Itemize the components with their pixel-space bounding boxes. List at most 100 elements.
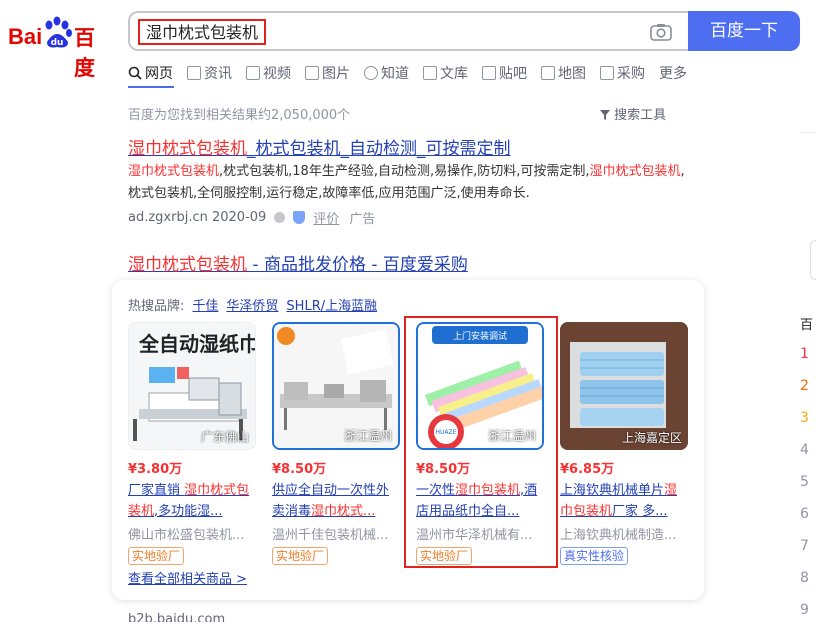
product-image[interactable]: 全自动湿纸巾包装机 广东佛山 xyxy=(128,322,256,450)
rank-number: 9 xyxy=(800,602,809,618)
tab-video[interactable]: 视频 xyxy=(246,62,291,84)
product-location: 广东佛山 xyxy=(200,430,249,444)
map-icon xyxy=(541,66,555,80)
product-company: 上海钦典机械制造... xyxy=(560,528,677,543)
tab-news[interactable]: 资讯 xyxy=(187,62,232,84)
tab-image[interactable]: 图片 xyxy=(305,62,350,84)
selection-highlight xyxy=(404,316,558,568)
name-text: ,多功能湿... xyxy=(154,504,223,519)
search-input[interactable]: 湿巾枕式包装机 xyxy=(128,11,688,51)
view-all-products-link[interactable]: 查看全部相关商品 > xyxy=(128,568,247,587)
product-image[interactable]: 上海嘉定区 xyxy=(560,322,688,450)
svg-text:全自动湿纸巾包装机: 全自动湿纸巾包装机 xyxy=(138,332,256,356)
info-icon[interactable] xyxy=(274,212,286,223)
desc-text: ,枕式包装机,18年生产经验,自动检测,易操作,防切料,可按需定制, xyxy=(219,164,590,179)
logo-text: Bai xyxy=(8,24,43,49)
search-icon xyxy=(128,66,142,80)
product-price: ¥3.80万 xyxy=(128,462,183,477)
tab-zhidao[interactable]: 知道 xyxy=(364,62,409,84)
product-image[interactable]: 浙江温州 xyxy=(272,322,400,450)
tab-wenku[interactable]: 文库 xyxy=(423,62,468,84)
search-query[interactable]: 湿巾枕式包装机 xyxy=(138,19,267,45)
hot-list-title: 百 xyxy=(800,318,814,333)
product-company: 温州千佳包装机械... xyxy=(272,528,389,543)
name-highlight: 湿巾枕式... xyxy=(311,504,376,519)
rank-number: 5 xyxy=(800,474,809,490)
result-domain[interactable]: ad.zgxrbj.cn 2020-09 xyxy=(128,210,266,225)
tab-label: 更多 xyxy=(659,66,687,82)
verified-badge: 实地验厂 xyxy=(128,547,185,565)
name-text: 上海钦典机械单片 xyxy=(560,483,665,498)
desc-highlight: 湿巾枕式包装机 xyxy=(589,164,681,179)
camera-icon[interactable] xyxy=(650,23,672,41)
result-meta-1: ad.zgxrbj.cn 2020-09 评价 广告 xyxy=(128,208,375,227)
rank-number: 4 xyxy=(800,442,809,458)
title-highlight: 湿巾枕式包装机 xyxy=(128,139,247,159)
verified-badge: 真实性核验 xyxy=(560,547,629,565)
shield-icon[interactable] xyxy=(293,211,306,224)
tab-label: 图片 xyxy=(322,66,350,82)
question-icon xyxy=(364,66,378,80)
brand-link[interactable]: 华泽侨贸 xyxy=(226,295,278,314)
right-widget[interactable] xyxy=(810,240,816,280)
tab-label: 资讯 xyxy=(204,66,232,82)
tab-label: 知道 xyxy=(381,66,409,82)
tab-label: 文库 xyxy=(440,66,468,82)
hot-brands: 热搜品牌: 千佳 华泽侨贸 SHLR/上海蓝融 xyxy=(128,295,377,314)
brand-link[interactable]: SHLR/上海蓝融 xyxy=(286,295,377,314)
baidu-logo[interactable]: Bai du 百度 xyxy=(8,12,110,80)
active-tab-indicator xyxy=(128,86,174,88)
tab-label: 地图 xyxy=(558,66,586,82)
ad-label: 广告 xyxy=(349,212,376,227)
product-name[interactable]: 供应全自动一次性外卖消毒湿巾枕式... xyxy=(272,480,400,522)
product-name[interactable]: 厂家直销 湿巾枕式包装机,多功能湿... xyxy=(128,480,256,522)
rank-number: 8 xyxy=(800,570,809,586)
document-icon xyxy=(423,66,437,80)
video-icon xyxy=(246,66,260,80)
search-tools-button[interactable]: 搜索工具 xyxy=(600,104,666,123)
product-price: ¥6.85万 xyxy=(560,462,615,477)
tieba-icon xyxy=(482,66,496,80)
brands-label: 热搜品牌: xyxy=(128,299,185,314)
tab-more[interactable]: 更多 xyxy=(659,62,687,84)
tab-purchase[interactable]: 采购 xyxy=(600,62,645,84)
rank-number: 3 xyxy=(800,410,809,426)
result-title-1[interactable]: 湿巾枕式包装机_枕式包装机_自动检测_可按需定制 xyxy=(128,134,511,159)
verified-badge: 实地验厂 xyxy=(272,547,329,565)
news-icon xyxy=(187,66,201,80)
name-text: 厂家 多... xyxy=(612,504,668,519)
brand-link[interactable]: 千佳 xyxy=(192,295,218,314)
result-source[interactable]: b2b.baidu.com xyxy=(128,612,225,622)
product-location: 浙江温州 xyxy=(343,429,392,443)
product-item[interactable]: 浙江温州 ¥8.50万 供应全自动一次性外卖消毒湿巾枕式... 温州千佳包装机械… xyxy=(272,322,400,565)
logo-chinese: 百度 xyxy=(74,26,95,80)
search-button[interactable]: 百度一下 xyxy=(688,11,800,51)
rank-number: 7 xyxy=(800,538,809,554)
shop-icon xyxy=(600,66,614,80)
result-description-1: 湿巾枕式包装机,枕式包装机,18年生产经验,自动检测,易操作,防切料,可按需定制… xyxy=(128,161,688,205)
product-name[interactable]: 上海钦典机械单片湿巾包装机厂家 多... xyxy=(560,480,688,522)
result-title-2[interactable]: 湿巾枕式包装机 - 商品批发价格 - 百度爱采购 xyxy=(128,250,468,275)
rank-number: 2 xyxy=(800,378,809,394)
tab-web[interactable]: 网页 xyxy=(128,62,173,84)
rank-number: 6 xyxy=(800,506,809,522)
title-rest: - 商品批发价格 - 百度爱采购 xyxy=(247,255,468,275)
name-text: 厂家直销 xyxy=(128,483,185,498)
product-item[interactable]: 全自动湿纸巾包装机 广东佛山 ¥3.80万 厂家直销 湿巾枕式包装机,多功能湿.… xyxy=(128,322,256,565)
search-tabs: 网页 资讯 视频 图片 知道 文库 贴吧 地图 采购 更多 xyxy=(128,62,701,84)
tab-tieba[interactable]: 贴吧 xyxy=(482,62,527,84)
right-divider xyxy=(800,132,816,133)
result-count: 百度为您找到相关结果约2,050,000个 xyxy=(128,108,351,123)
search-tools-label: 搜索工具 xyxy=(614,108,667,123)
product-location: 上海嘉定区 xyxy=(621,431,682,445)
tab-map[interactable]: 地图 xyxy=(541,62,586,84)
svg-text:du: du xyxy=(51,38,64,48)
filter-icon xyxy=(600,110,610,120)
title-rest: _枕式包装机_自动检测_可按需定制 xyxy=(247,139,511,159)
paw-icon: du xyxy=(45,16,72,48)
evaluate-link[interactable]: 评价 xyxy=(313,208,339,227)
tab-label: 贴吧 xyxy=(499,66,527,82)
tab-label: 网页 xyxy=(145,66,173,82)
rank-number: 1 xyxy=(800,346,809,362)
product-item[interactable]: 上海嘉定区 ¥6.85万 上海钦典机械单片湿巾包装机厂家 多... 上海钦典机械… xyxy=(560,322,688,565)
